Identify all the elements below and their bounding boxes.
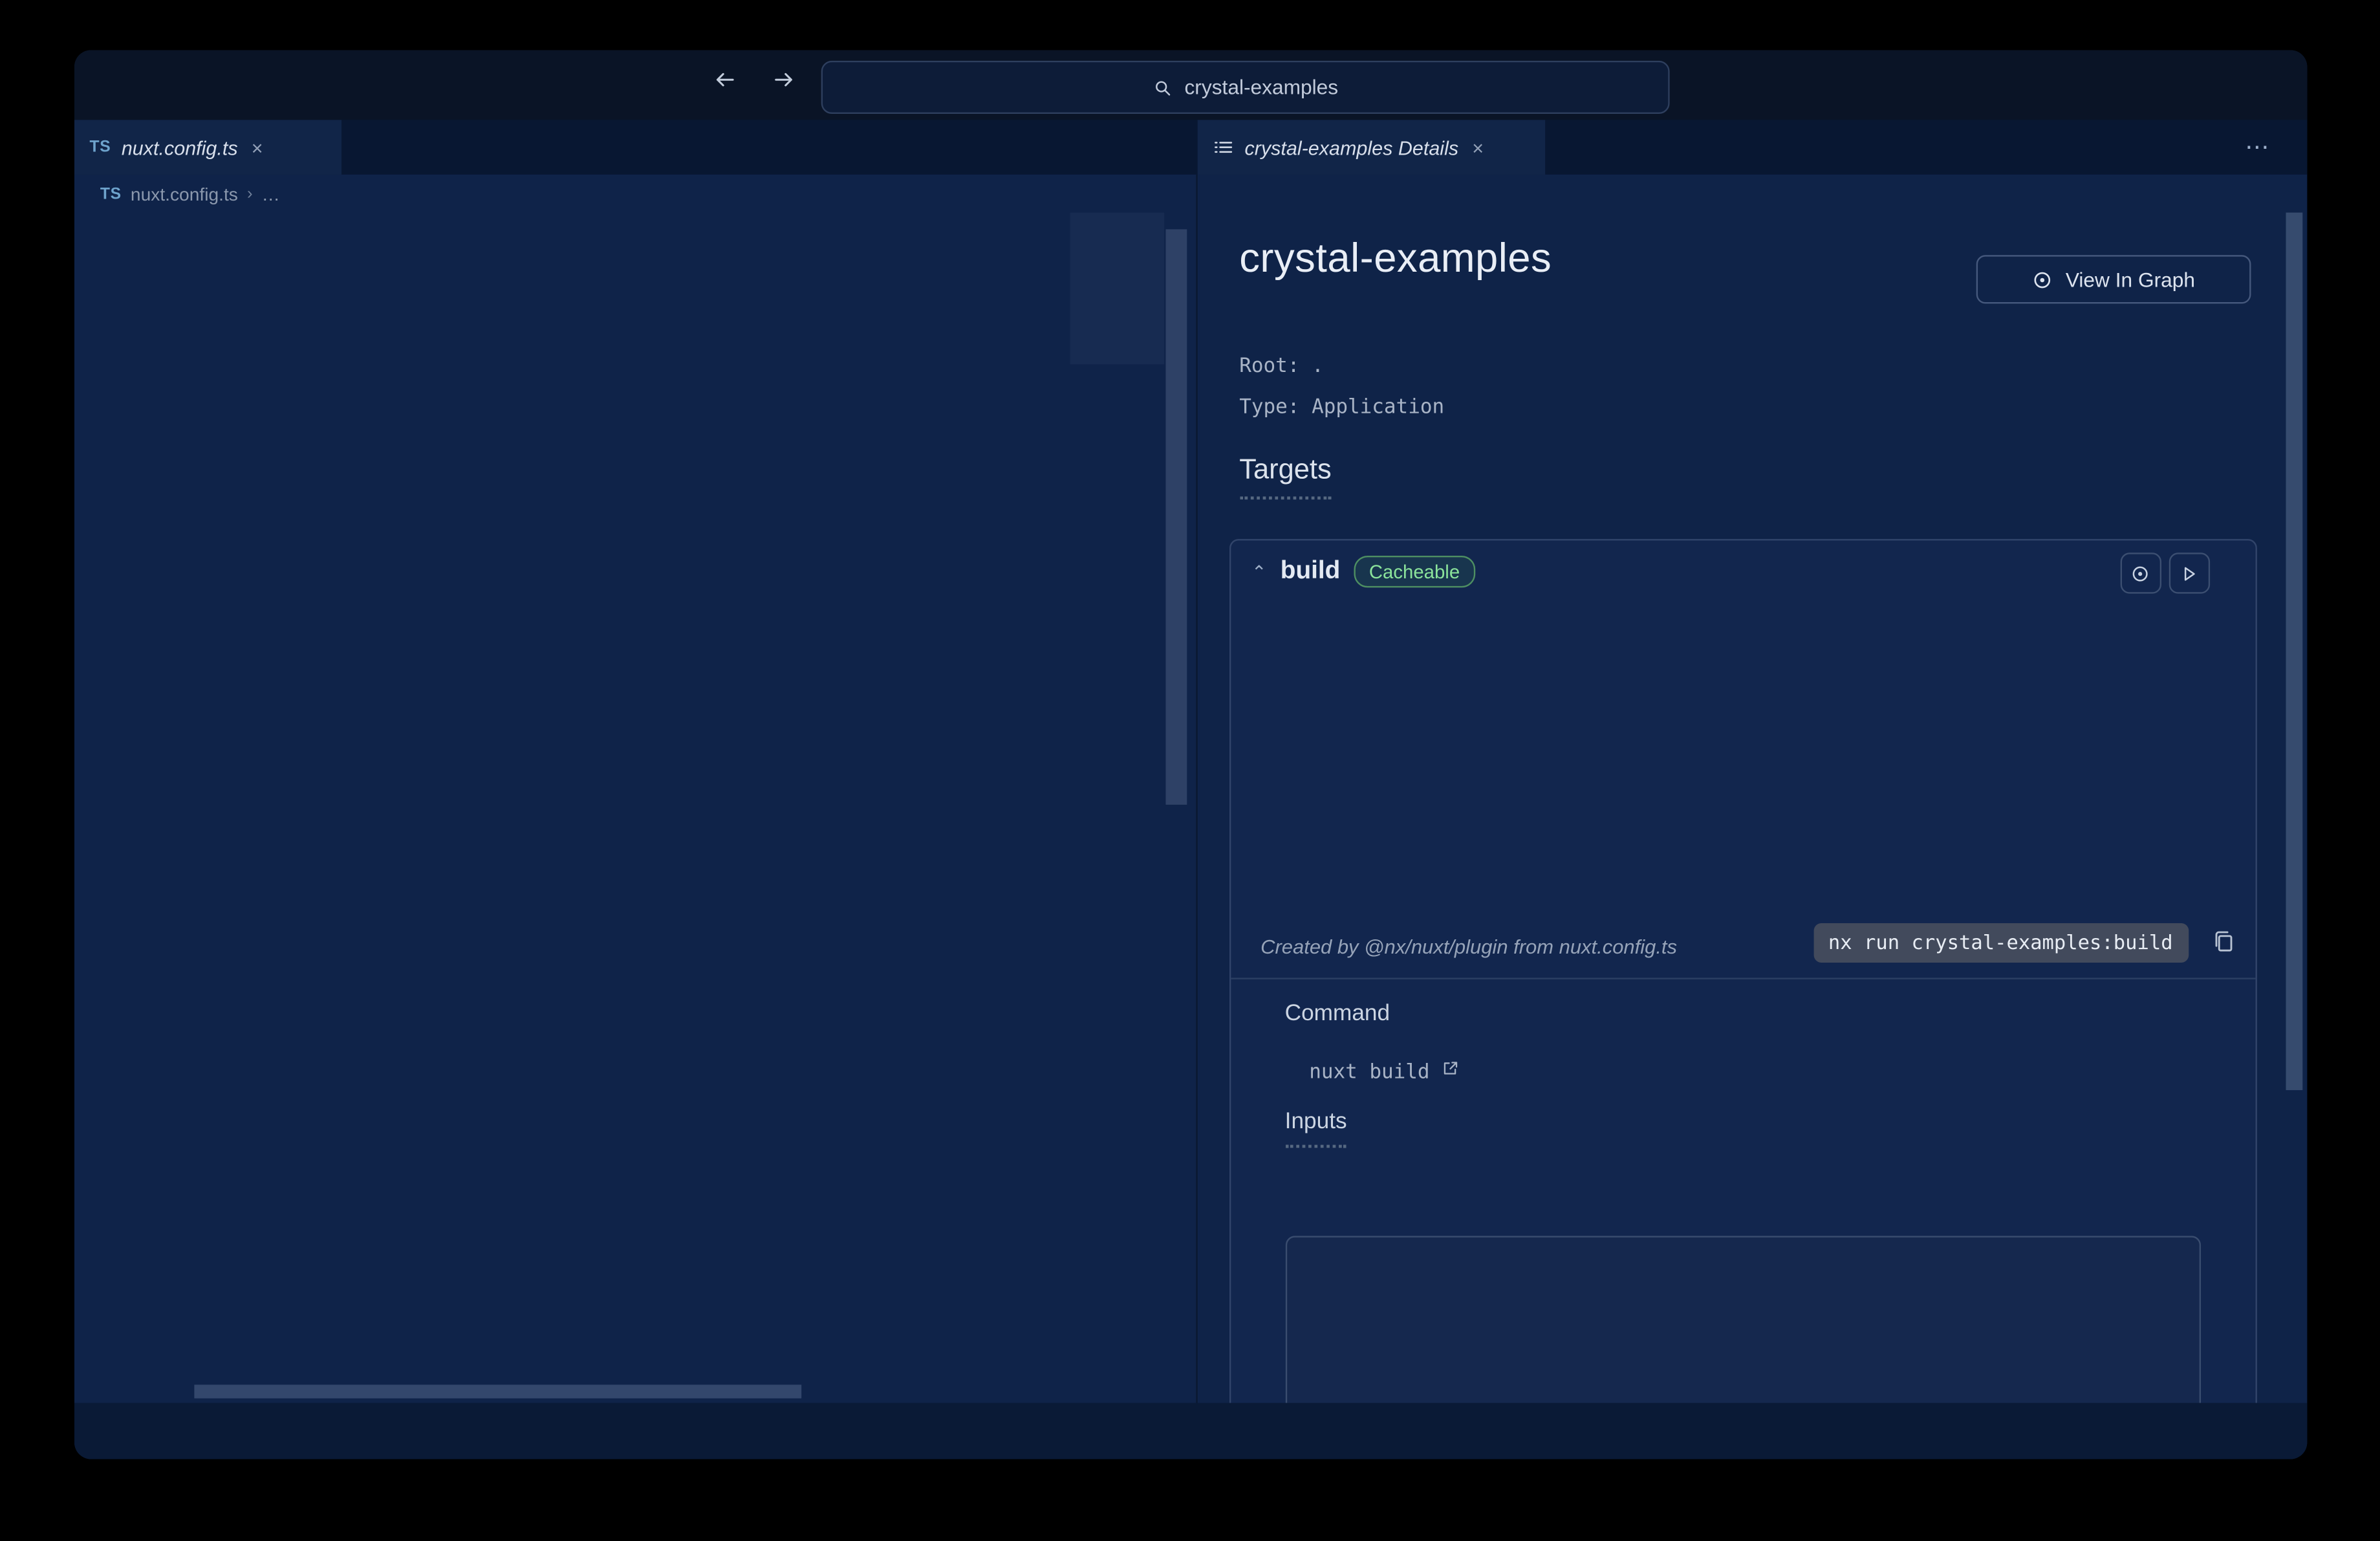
tab-title: nuxt.config.ts [121,136,238,159]
external-link-icon[interactable] [1440,1058,1460,1078]
minimize-window-button[interactable] [122,76,142,96]
navigate-forward-icon[interactable] [771,67,797,93]
play-icon [2178,563,2200,584]
command-value[interactable]: nuxt build [1309,1058,1460,1084]
titlebar: crystal-examples [74,50,2308,120]
panel-tab-title: crystal-examples Details [1244,136,1459,159]
search-icon [1152,77,1174,98]
command-center-search[interactable]: crystal-examples [821,60,1670,115]
editor-vertical-scrollbar[interactable] [1165,229,1187,805]
copy-icon[interactable] [2211,929,2235,954]
editor-horizontal-scrollbar[interactable] [194,1384,802,1398]
minimap[interactable] [1070,213,1165,383]
eye-icon [2130,563,2151,584]
inputs-heading: Inputs [1284,1108,1347,1148]
breadcrumb-file[interactable]: nuxt.config.ts [131,184,238,205]
desktop-background: crystal-examples TS nuxt.config.ts × cry… [0,0,2380,1541]
typescript-file-icon: TS [100,185,122,204]
view-target-button[interactable] [2119,552,2161,594]
editor-pane[interactable]: TS nuxt.config.ts › … [74,174,1198,1403]
tab-nuxt-config[interactable]: TS nuxt.config.ts × [74,120,342,175]
collapse-chevron-icon[interactable]: ⌃ [1251,561,1267,582]
list-tree-icon [1213,137,1234,158]
navigate-back-icon[interactable] [712,67,738,93]
target-name: build [1280,557,1341,585]
chevron-right-icon: › [246,185,253,204]
project-root: Root: . [1239,355,1324,378]
code-area[interactable] [74,215,1198,1403]
cacheable-badge: Cacheable [1354,555,1475,588]
tab-bar: TS nuxt.config.ts × crystal-examples Det… [74,120,2308,175]
target-build-card: ⌃ build Cacheable Created by @nx/nuxt/pl… [1228,539,2256,1403]
command-heading: Command [1284,1000,1390,1027]
panel-scrollbar[interactable] [2286,212,2303,1091]
breadcrumb[interactable]: TS nuxt.config.ts › … [100,175,280,214]
status-bar [74,1403,2308,1459]
window-controls [91,76,171,96]
panel-more-actions-icon[interactable]: ⋯ [2245,120,2269,174]
close-tab-icon[interactable]: × [252,136,263,158]
close-panel-tab-icon[interactable]: × [1472,136,1484,158]
tab-project-details[interactable]: crystal-examples Details × [1197,120,1546,175]
close-window-button[interactable] [91,76,111,96]
project-title: crystal-examples [1239,235,1552,281]
search-value: crystal-examples [1184,76,1339,99]
options-json-editor[interactable] [1284,1236,2200,1403]
maximize-window-button[interactable] [152,76,172,96]
targets-heading: Targets [1239,452,1332,500]
vscode-window: crystal-examples TS nuxt.config.ts × cry… [74,50,2308,1459]
run-target-button[interactable] [2168,552,2209,594]
nx-run-command-chip[interactable]: nx run crystal-examples:build [1813,923,2189,963]
eye-icon [2031,268,2053,290]
view-in-graph-button[interactable]: View In Graph [1975,255,2251,304]
project-details-panel: crystal-examples View In Graph Root: . T… [1198,174,2308,1403]
breadcrumb-more[interactable]: … [262,184,280,205]
divider [1230,978,2255,979]
typescript-file-icon: TS [89,138,111,157]
created-by-note: Created by @nx/nuxt/plugin from nuxt.con… [1260,935,1678,958]
project-type: Type: Application [1239,396,1445,419]
